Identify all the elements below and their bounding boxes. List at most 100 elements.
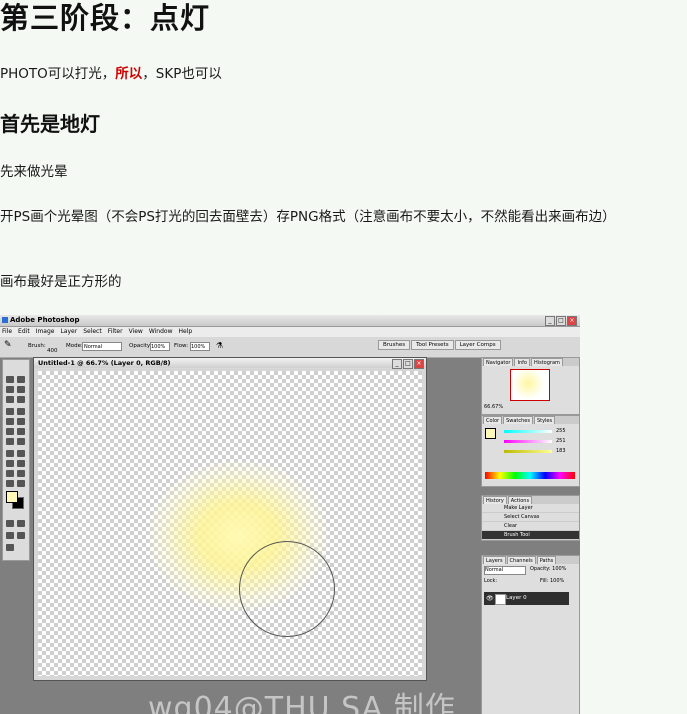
intro-text-start: PHOTO可以打光， [0,66,116,82]
doc-close-icon: × [414,359,424,369]
menu-file: File [2,328,13,335]
tab-history: History [483,496,507,504]
layer-thumbnail [495,594,506,605]
history-item: Clear [482,522,579,531]
marquee-tool-icon [6,376,14,383]
menu-select: Select [83,328,102,335]
close-icon: × [567,316,577,326]
airbrush-icon: ⚗ [216,341,224,350]
menu-image: Image [35,328,55,335]
menu-view: View [128,328,143,335]
opacity-label: Opacity: [129,343,152,349]
color-tabs: Color Swatches Styles [482,416,579,424]
pen-tool-icon [6,460,14,467]
tab-styles: Styles [533,416,556,424]
menu-window: Window [148,328,173,335]
quickmask-icon [6,520,14,527]
ps-logo-icon [2,317,8,323]
imageready-icon [6,544,14,551]
maximize-icon: □ [556,316,566,326]
healing-tool-icon [6,408,14,415]
dodge-tool-icon [17,438,25,445]
green-slider [504,440,552,443]
layer-name: Layer 0 [506,595,527,601]
document-window: Untitled-1 @ 66.7% (Layer 0, RGB/8) _ □ … [33,357,427,681]
mode-value: Normal [84,344,103,350]
opacity-field: 100% [150,342,170,351]
instruction-paragraph: 开PS画个光晕图（不会PS打光的回去面壁去）存PNG格式（注意画布不要太小，不然… [0,209,616,225]
navigator-tabs: Navigator Info Histogram [482,358,579,366]
navigator-thumbnail [510,369,550,401]
tab-actions: Actions [507,496,533,504]
history-tabs: History Actions [482,496,579,504]
intro-paragraph: PHOTO可以打光，所以，SKP也可以 [0,64,222,85]
color-spectrum [485,472,575,479]
move-tool-icon [17,376,25,383]
history-panel: History Actions Make Layer Select Canvas… [481,495,580,541]
document-window-buttons: _ □ × [392,359,424,369]
tab-brushes: Brushes [378,340,411,350]
layer-row: 👁 Layer 0 [484,592,569,605]
menu-layer: Layer [60,328,78,335]
brush-label: Brush: [28,343,46,349]
blend-mode-value: Normal [485,567,504,573]
red-value: 255 [556,428,566,434]
path-select-icon [6,450,14,457]
magic-wand-icon [17,386,25,393]
tab-color: Color [483,416,503,424]
brush-icon [17,408,25,415]
section-heading: 首先是地灯 [0,112,100,136]
ps-window-buttons: _ □ × [545,316,577,326]
navigator-panel: Navigator Info Histogram 66.67% [481,357,580,415]
history-item: Select Canvas [482,513,579,522]
document-title: Untitled-1 @ 66.7% (Layer 0, RGB/8) [34,358,426,368]
gradient-tool-icon [17,428,25,435]
lasso-tool-icon [6,386,14,393]
fill-readout: Fill: 100% [540,578,565,584]
mode-label: Mode: [66,343,83,349]
layers-panel: Layers Channels Paths Normal Opacity: 10… [481,555,580,714]
transparent-canvas [38,371,422,676]
intro-emphasis: 所以 [115,66,143,82]
blue-value: 183 [556,448,566,454]
step-paragraph: 先来做光晕 [0,164,68,180]
menu-edit: Edit [18,328,30,335]
tip-paragraph: 画布最好是正方形的 [0,274,122,290]
tab-info: Info [514,358,530,366]
ps-menubar: File Edit Image Layer Select Filter View… [0,327,580,337]
opacity-value: 100% [151,344,166,350]
palette-well: Brushes Tool Presets Layer Comps [378,340,501,350]
tab-layers: Layers [483,556,506,564]
quickmask-mode-icon [17,520,25,527]
tab-navigator: Navigator [483,358,514,366]
ps-app-title: Adobe Photoshop [10,316,80,324]
red-slider [504,430,552,433]
slice-tool-icon [17,396,25,403]
type-tool-icon [17,450,25,457]
minimize-icon: _ [545,316,555,326]
eraser-tool-icon [6,428,14,435]
brush-size: 400 [47,348,58,354]
ps-titlebar: Adobe Photoshop _ □ × [0,315,580,327]
crop-tool-icon [6,396,14,403]
eye-icon: 👁 [486,595,494,602]
green-value: 251 [556,438,566,444]
blend-mode-select: Normal [484,566,526,575]
doc-maximize-icon: □ [403,359,413,369]
stamp-tool-icon [6,418,14,425]
color-panel: Color Swatches Styles 255 251 183 [481,415,580,487]
tab-paths: Paths [536,556,557,564]
brush-cursor-icon [239,541,335,637]
color-fg-swatch [485,428,496,439]
history-item: Make Layer [482,504,579,513]
ps-options-bar: ✎ Brush: 400 Mode: Normal Opacity: 100% … [0,337,580,358]
tab-layer-comps: Layer Comps [454,340,501,350]
history-brush-icon [17,418,25,425]
tab-channels: Channels [506,556,536,564]
mode-select: Normal [82,342,122,351]
blue-slider [504,450,552,453]
menu-filter: Filter [107,328,123,335]
history-item-active: Brush Tool [482,531,579,540]
intro-text-end: ，SKP也可以 [142,66,222,82]
fullscreen-mode-icon [17,532,25,539]
